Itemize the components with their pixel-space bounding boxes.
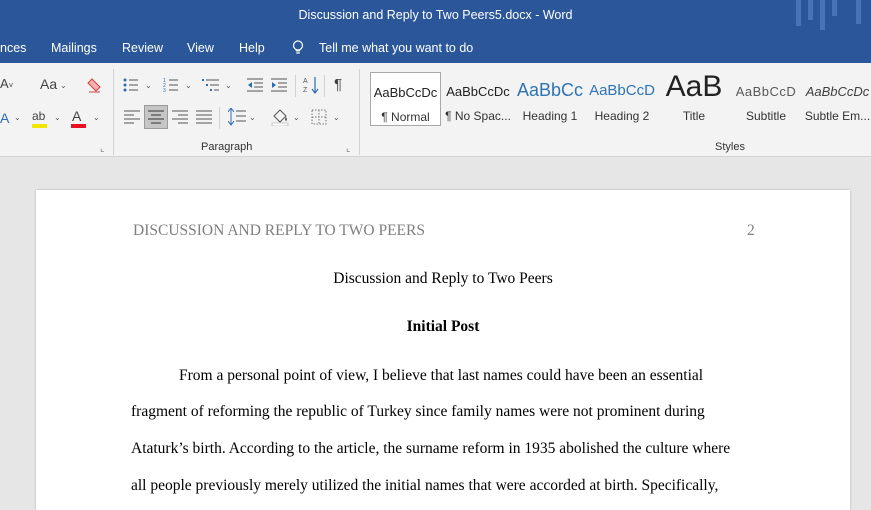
paragraph-line: fragment of reforming the republic of Tu…	[131, 403, 705, 420]
decoration	[820, 0, 825, 30]
bullets-icon[interactable]	[123, 78, 139, 92]
style-preview: AaBbCcDc	[805, 84, 870, 99]
svg-text:A: A	[303, 78, 308, 85]
decoration	[856, 0, 861, 24]
decoration	[808, 0, 813, 20]
style-heading-1[interactable]: AaBbCc Heading 1	[516, 72, 584, 126]
chevron-down-icon[interactable]: ⌄	[93, 113, 100, 122]
paragraph-line: From a personal point of view, I believe…	[179, 367, 704, 384]
font-color-swatch	[71, 124, 86, 128]
change-case-icon[interactable]: Aa	[40, 75, 57, 93]
style-preview: AaBbCcDc	[446, 84, 510, 99]
tab-references[interactable]: nces	[0, 41, 26, 55]
document-canvas: DISCUSSION AND REPLY TO TWO PEERS 2 Disc…	[0, 158, 871, 510]
paragraph-line: all people previously merely utilized th…	[131, 477, 719, 494]
line-spacing-icon[interactable]	[228, 108, 246, 126]
tab-view[interactable]: View	[187, 41, 214, 55]
chevron-down-icon[interactable]: ⌄	[185, 81, 192, 90]
center-button[interactable]	[144, 105, 168, 129]
chevron-down-icon[interactable]: ⌄	[60, 81, 67, 90]
numbering-icon[interactable]: 123	[163, 78, 179, 92]
chevron-down-icon[interactable]: ⌄	[225, 81, 232, 90]
chevron-down-icon[interactable]: ⌄	[293, 113, 300, 122]
style-label: Subtle Em...	[804, 109, 871, 123]
paragraph-dialog-launcher[interactable]: ⌞	[346, 143, 350, 154]
window-title: Discussion and Reply to Two Peers5.docx …	[298, 8, 573, 22]
style-label: Heading 2	[594, 109, 650, 123]
shrink-font-icon[interactable]: A˅	[0, 75, 13, 95]
font-color-icon[interactable]: A	[72, 107, 81, 125]
menu-bar: nces Mailings Review View Help Tell me w…	[0, 33, 871, 63]
decoration	[832, 0, 837, 16]
increase-indent-icon[interactable]	[271, 78, 287, 92]
separator	[324, 75, 325, 97]
document-page[interactable]: DISCUSSION AND REPLY TO TWO PEERS 2 Disc…	[36, 190, 850, 510]
ribbon: A˅ Aa ⌄ A ⌄ ab ⌄ A ⌄ ⌞ ⌄ 123 ⌄ ⌄ AZ ¶ ⌄ …	[0, 63, 871, 157]
style-subtitle[interactable]: AaBbCcD Subtitle	[732, 72, 800, 126]
borders-icon[interactable]	[311, 109, 327, 125]
clear-formatting-icon[interactable]	[86, 77, 102, 93]
separator	[295, 75, 296, 97]
style-label: Subtitle	[745, 109, 787, 123]
tab-help[interactable]: Help	[239, 41, 265, 55]
styles-group-label: Styles	[715, 141, 745, 153]
chevron-down-icon[interactable]: ⌄	[54, 113, 61, 122]
style-label: Heading 1	[522, 109, 578, 123]
tell-me-text: Tell me what you want to do	[319, 41, 474, 55]
lightbulb-icon	[292, 40, 304, 54]
chevron-down-icon[interactable]: ⌄	[14, 113, 21, 122]
style-title[interactable]: AaB Title	[660, 70, 728, 126]
shading-icon[interactable]	[271, 108, 289, 126]
justify-icon[interactable]	[196, 110, 212, 124]
style-label: ¶ Normal	[381, 110, 430, 124]
text-effects-icon[interactable]: A	[0, 109, 9, 127]
svg-text:3: 3	[163, 88, 166, 92]
style-preview: AaB	[665, 70, 723, 103]
style-label: Title	[682, 109, 706, 123]
chevron-down-icon[interactable]: ⌄	[249, 113, 256, 122]
style-no-spacing[interactable]: AaBbCcDc ¶ No Spac...	[444, 72, 512, 126]
style-preview: AaBbCc	[516, 80, 584, 100]
highlight-color-swatch	[32, 124, 47, 128]
center-icon	[148, 110, 164, 124]
tab-review[interactable]: Review	[122, 41, 163, 55]
running-head: DISCUSSION AND REPLY TO TWO PEERS	[133, 222, 425, 239]
font-dialog-launcher[interactable]: ⌞	[100, 143, 104, 154]
chevron-down-icon[interactable]: ⌄	[333, 113, 340, 122]
title-bar: Discussion and Reply to Two Peers5.docx …	[0, 0, 871, 33]
align-left-icon[interactable]	[124, 110, 140, 124]
decoration	[796, 0, 801, 26]
page-number: 2	[747, 222, 755, 239]
multilevel-list-icon[interactable]	[202, 78, 220, 92]
svg-text:Z: Z	[303, 87, 308, 94]
style-preview: AaBbCcD	[735, 84, 797, 99]
paragraph-line: Ataturk’s birth. According to the articl…	[131, 440, 731, 457]
highlight-icon[interactable]: ab	[32, 107, 45, 125]
style-normal[interactable]: AaBbCcDc ¶ Normal	[370, 72, 441, 126]
style-subtle-emphasis[interactable]: AaBbCcDc Subtle Em...	[804, 72, 871, 126]
style-heading-2[interactable]: AaBbCcD Heading 2	[588, 72, 656, 126]
sort-icon[interactable]: AZ	[303, 76, 319, 94]
show-marks-icon[interactable]: ¶	[334, 76, 342, 94]
group-separator	[113, 69, 114, 155]
style-preview: AaBbCcD	[589, 82, 655, 99]
section-heading: Initial Post	[406, 318, 480, 335]
document-title: Discussion and Reply to Two Peers	[333, 270, 553, 287]
style-preview: AaBbCcDc	[373, 85, 438, 100]
group-separator	[359, 69, 360, 155]
chevron-down-icon[interactable]: ⌄	[145, 81, 152, 90]
decrease-indent-icon[interactable]	[247, 78, 263, 92]
style-label: ¶ No Spac...	[445, 109, 511, 123]
paragraph-group-label: Paragraph	[201, 141, 253, 153]
separator	[219, 107, 220, 129]
tab-mailings[interactable]: Mailings	[51, 41, 97, 55]
align-right-icon[interactable]	[172, 110, 188, 124]
